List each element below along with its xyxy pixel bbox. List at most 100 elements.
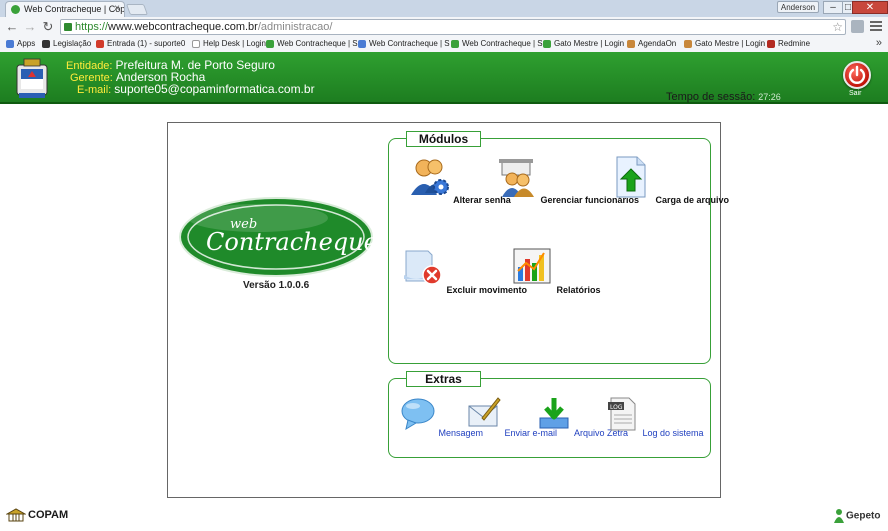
logout-label[interactable]: Sair — [849, 90, 861, 97]
bookmark-item[interactable]: Entrada (1) - suporte0 — [96, 39, 185, 48]
browser-tab[interactable]: Web Contracheque | Cop × — [5, 1, 125, 17]
bookmark-favicon-icon — [451, 40, 459, 48]
profile-button[interactable]: Anderson — [777, 1, 819, 13]
minimize-button[interactable]: – — [823, 1, 843, 14]
gepeto-brand: Gepeto — [833, 509, 880, 523]
session-label: Tempo de sessão: — [666, 91, 756, 103]
extra-label: Log do sistema — [642, 428, 704, 438]
module-alterar-senha[interactable]: Alterar senha — [407, 155, 511, 205]
bookmark-item[interactable]: AgendaOn — [627, 39, 676, 48]
browser-menu-icon[interactable] — [870, 20, 882, 32]
tab-favicon-icon — [11, 5, 20, 14]
bookmark-item[interactable]: Gato Mestre | Login — [543, 39, 624, 48]
bookmark-item[interactable]: Redmine — [767, 39, 810, 48]
url-scheme: https:// — [75, 21, 109, 33]
module-relatorios[interactable]: Relatórios — [510, 245, 601, 295]
bookmark-label: Legislação — [53, 39, 92, 48]
logout-power-icon[interactable] — [843, 61, 871, 89]
modules-title: Módulos — [406, 131, 481, 147]
city-crest-icon — [16, 58, 48, 98]
logo-main-text: Contracheque — [206, 228, 374, 256]
bookmark-item[interactable]: Apps — [6, 39, 35, 48]
log-file-icon: LOG — [608, 397, 636, 431]
bookmark-favicon-icon — [543, 40, 551, 48]
back-arrow-icon[interactable]: ← — [4, 19, 20, 35]
email-label: E-mail: — [77, 84, 112, 96]
bookmark-favicon-icon — [684, 40, 692, 48]
email-line: E-mail: suporte05@copaminformatica.com.b… — [77, 82, 315, 96]
bookmark-favicon-icon — [42, 40, 50, 48]
extra-arquivo-zetra[interactable]: Arquivo Zetra — [536, 396, 628, 438]
bookmark-item[interactable]: Gato Mestre | Login — [684, 39, 765, 48]
copam-label: COPAM — [28, 508, 69, 521]
forward-arrow-icon[interactable]: → — [22, 19, 38, 35]
bookmark-label: Web Contracheque | S — [369, 39, 450, 48]
bookmarks-overflow-icon[interactable]: » — [876, 37, 882, 49]
extra-enviar-email[interactable]: Enviar e-mail — [466, 396, 557, 438]
bookmark-label: Web Contracheque | S — [277, 39, 358, 48]
bookmark-favicon-icon — [767, 40, 775, 48]
bookmark-label: Gato Mestre | Login — [554, 39, 625, 48]
browser-toolbar: ← → ↻ https://www.webcontracheque.com.br… — [0, 17, 888, 37]
bookmark-label: Redmine — [778, 39, 811, 48]
session-timer: Tempo de sessão: 27:26 — [666, 91, 781, 103]
send-email-icon — [468, 397, 501, 427]
address-bar[interactable]: https://www.webcontracheque.com.br/admin… — [60, 19, 846, 35]
bookmark-favicon-icon — [192, 40, 200, 48]
gepeto-figure-icon — [834, 509, 844, 523]
module-gerenciar-funcionarios[interactable]: Gerenciar funcionários — [494, 155, 639, 205]
svg-text:LOG: LOG — [610, 404, 623, 411]
bookmark-item[interactable]: Web Contracheque | S — [451, 39, 543, 48]
manage-employees-icon — [499, 159, 534, 197]
delete-movement-icon — [404, 250, 442, 285]
version-label: Versão 1.0.0.6 — [243, 280, 310, 291]
bookmark-label: Apps — [17, 39, 36, 48]
module-excluir-movimento[interactable]: Excluir movimento — [400, 245, 527, 295]
bookmark-favicon-icon — [6, 40, 14, 48]
browser-chrome: Web Contracheque | Cop × Anderson – □ ✕ … — [0, 0, 888, 52]
bookmark-label: Entrada (1) - suporte0 — [107, 39, 186, 48]
web-contracheque-logo: web Contracheque — [179, 197, 374, 277]
session-time: 27:26 — [758, 92, 781, 102]
bookmark-favicon-icon — [358, 40, 366, 48]
bookmark-item[interactable]: Legislação — [42, 39, 91, 48]
upload-file-icon — [616, 156, 646, 198]
extension-icon[interactable] — [851, 20, 864, 33]
url-path: /administracao/ — [257, 21, 333, 33]
module-carga-de-arquivo[interactable]: Carga de arquivo — [609, 155, 729, 205]
url-host: www.webcontracheque.com.br — [108, 21, 258, 33]
extra-mensagem[interactable]: Mensagem — [400, 396, 483, 438]
module-label: Carga de arquivo — [655, 195, 730, 205]
window-close-button[interactable]: ✕ — [852, 1, 888, 14]
bookmark-label: Help Desk | Login — [203, 39, 266, 48]
app-header: Entidade: Prefeitura M. de Porto Seguro … — [0, 52, 888, 104]
reload-icon[interactable]: ↻ — [40, 19, 56, 35]
bookmark-favicon-icon — [266, 40, 274, 48]
tab-title: Web Contracheque | Cop — [24, 4, 125, 14]
tab-close-icon[interactable]: × — [114, 3, 120, 14]
copam-brand: COPAM — [6, 508, 68, 522]
download-archive-icon — [539, 398, 569, 429]
copam-house-icon — [6, 508, 26, 522]
reports-chart-icon — [513, 248, 551, 284]
email-value: suporte05@copaminformatica.com.br — [114, 82, 315, 96]
message-bubble-icon — [401, 398, 435, 431]
tab-strip: Web Contracheque | Cop × Anderson – □ ✕ — [0, 0, 888, 17]
gepeto-label: Gepeto — [846, 510, 881, 522]
bookmark-item[interactable]: Web Contracheque | S — [266, 39, 358, 48]
bookmark-item[interactable]: Help Desk | Login — [192, 39, 266, 48]
bookmark-label: Web Contracheque | S — [462, 39, 543, 48]
lock-icon — [64, 23, 72, 31]
bookmark-item[interactable]: Web Contracheque | S — [358, 39, 450, 48]
bookmark-favicon-icon — [96, 40, 104, 48]
extra-log-do-sistema[interactable]: LOG Log do sistema — [604, 396, 704, 438]
users-gear-icon — [411, 159, 449, 195]
bookmark-favicon-icon — [627, 40, 635, 48]
bookmark-label: AgendaOn — [638, 39, 677, 48]
bookmark-label: Gato Mestre | Login — [695, 39, 766, 48]
new-tab-button[interactable] — [125, 4, 149, 15]
extras-title: Extras — [406, 371, 481, 387]
module-label: Relatórios — [556, 285, 601, 295]
bookmarks-bar: Apps Legislação Entrada (1) - suporte0 Help… — [0, 37, 888, 52]
bookmark-star-icon[interactable]: ☆ — [832, 20, 843, 34]
